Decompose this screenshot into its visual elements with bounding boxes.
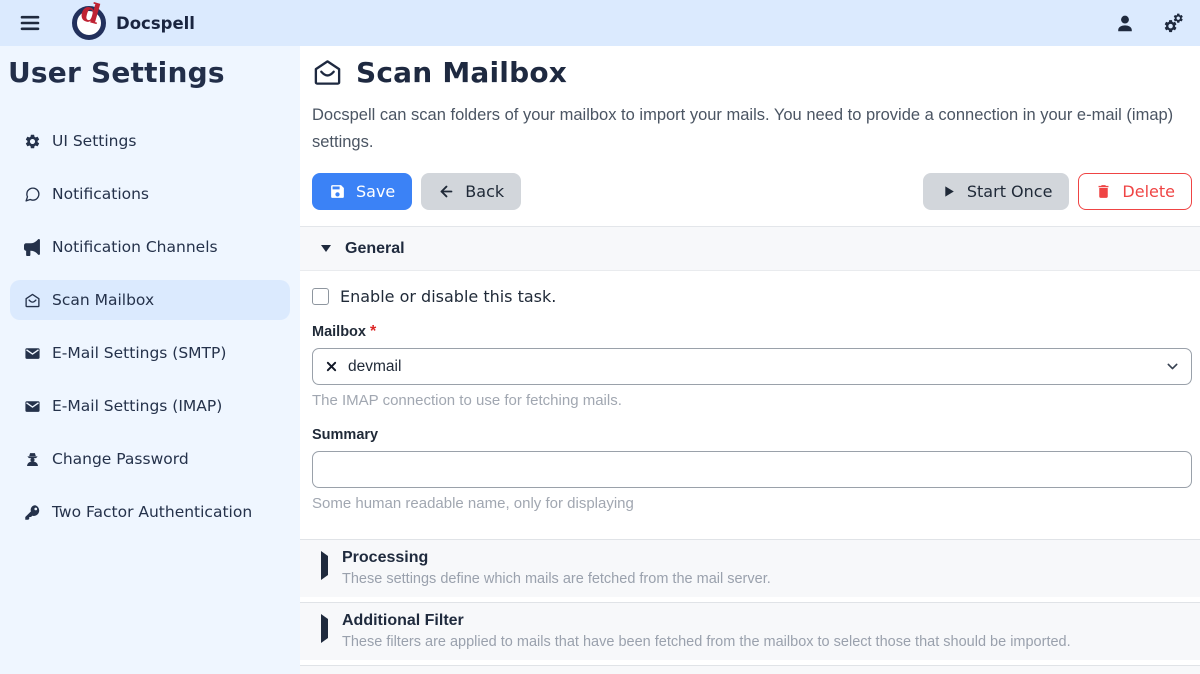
start-once-button[interactable]: Start Once	[923, 173, 1070, 210]
sidebar-item-ui-settings[interactable]: UI Settings	[10, 121, 290, 161]
general-section-header[interactable]: General	[300, 226, 1200, 271]
post-processing-section-header[interactable]: Post Processing	[300, 665, 1200, 674]
collapsed-sections: Processing These settings define which m…	[300, 539, 1200, 674]
mailbox-label: Mailbox	[312, 324, 366, 340]
save-button[interactable]: Save	[312, 173, 412, 210]
gear-icon	[24, 133, 41, 150]
required-mark: *	[370, 323, 376, 340]
page-description: Docspell can scan folders of your mailbo…	[312, 102, 1190, 156]
sidebar-item-notifications[interactable]: Notifications	[10, 174, 290, 214]
delete-button[interactable]: Delete	[1078, 173, 1192, 210]
sidebar-item-email-settings-smtp[interactable]: E-Mail Settings (SMTP)	[10, 333, 290, 373]
scan-mailbox-panel: Scan Mailbox Docspell can scan folders o…	[300, 46, 1200, 674]
docspell-logo-icon: d	[72, 6, 106, 40]
user-secret-icon	[24, 451, 41, 468]
arrow-left-icon	[438, 183, 455, 200]
back-button-label: Back	[465, 182, 504, 201]
page-title: Scan Mailbox	[356, 56, 567, 89]
caret-down-icon	[321, 245, 331, 252]
sidebar-item-email-settings-imap[interactable]: E-Mail Settings (IMAP)	[10, 386, 290, 426]
hamburger-icon[interactable]	[18, 11, 42, 35]
delete-button-label: Delete	[1122, 182, 1175, 201]
summary-help-text: Some human readable name, only for displ…	[312, 495, 1192, 512]
enable-task-checkbox[interactable]	[312, 288, 329, 305]
caret-right-icon	[321, 551, 328, 580]
mailbox-help-text: The IMAP connection to use for fetching …	[312, 392, 1192, 409]
additional-filter-section-title: Additional Filter	[342, 612, 1071, 630]
sidebar-item-label: Change Password	[52, 450, 189, 468]
additional-filter-section-header[interactable]: Additional Filter These filters are appl…	[300, 602, 1200, 660]
envelope-icon	[24, 345, 41, 362]
user-icon[interactable]	[1114, 12, 1136, 34]
sidebar-item-label: Scan Mailbox	[52, 291, 154, 309]
bullhorn-icon	[24, 239, 41, 256]
envelope-open-icon	[24, 292, 41, 309]
toolbar: Save Back Start Once Delete	[312, 173, 1192, 210]
summary-label: Summary	[312, 427, 378, 443]
sidebar-item-change-password[interactable]: Change Password	[10, 439, 290, 479]
sidebar-item-scan-mailbox[interactable]: Scan Mailbox	[10, 280, 290, 320]
user-settings-sidebar: User Settings UI Settings Notifications …	[0, 46, 300, 674]
sidebar-item-label: UI Settings	[52, 132, 136, 150]
sidebar-item-notification-channels[interactable]: Notification Channels	[10, 227, 290, 267]
cogs-icon[interactable]	[1162, 12, 1184, 34]
back-button[interactable]: Back	[421, 173, 521, 210]
mailbox-select[interactable]: devmail	[312, 348, 1192, 385]
summary-input[interactable]	[312, 451, 1192, 488]
sidebar-item-label: E-Mail Settings (SMTP)	[52, 344, 226, 362]
envelope-icon	[24, 398, 41, 415]
start-once-button-label: Start Once	[967, 182, 1053, 201]
envelope-open-icon	[312, 57, 343, 88]
comment-icon	[24, 186, 41, 203]
save-icon	[329, 183, 346, 200]
key-icon	[24, 504, 41, 521]
general-section-label: General	[345, 240, 405, 258]
processing-section-header[interactable]: Processing These settings define which m…	[300, 539, 1200, 597]
caret-right-icon	[321, 614, 328, 643]
trash-icon	[1095, 183, 1112, 200]
sidebar-item-label: Notifications	[52, 185, 149, 203]
mailbox-selected-value: devmail	[348, 358, 401, 376]
sidebar-title: User Settings	[8, 56, 300, 89]
sidebar-item-two-factor-auth[interactable]: Two Factor Authentication	[10, 492, 290, 532]
save-button-label: Save	[356, 182, 395, 201]
additional-filter-section-subtitle: These filters are applied to mails that …	[342, 634, 1071, 650]
processing-section-subtitle: These settings define which mails are fe…	[342, 571, 771, 587]
enable-task-label: Enable or disable this task.	[340, 287, 556, 306]
sidebar-nav: UI Settings Notifications Notification C…	[0, 121, 300, 532]
sidebar-item-label: Notification Channels	[52, 238, 218, 256]
top-navbar: d Docspell	[0, 0, 1200, 46]
sidebar-item-label: E-Mail Settings (IMAP)	[52, 397, 222, 415]
brand[interactable]: d Docspell	[72, 6, 195, 40]
chevron-down-icon	[1165, 359, 1180, 374]
sidebar-item-label: Two Factor Authentication	[52, 503, 252, 521]
play-icon	[940, 183, 957, 200]
summary-field: Summary Some human readable name, only f…	[312, 426, 1192, 512]
clear-icon[interactable]	[325, 360, 338, 373]
enable-task-row: Enable or disable this task.	[312, 287, 1188, 306]
brand-name: Docspell	[116, 14, 195, 33]
processing-section-title: Processing	[342, 549, 771, 567]
mailbox-field: Mailbox* devmail The IMAP connection to …	[312, 323, 1192, 409]
